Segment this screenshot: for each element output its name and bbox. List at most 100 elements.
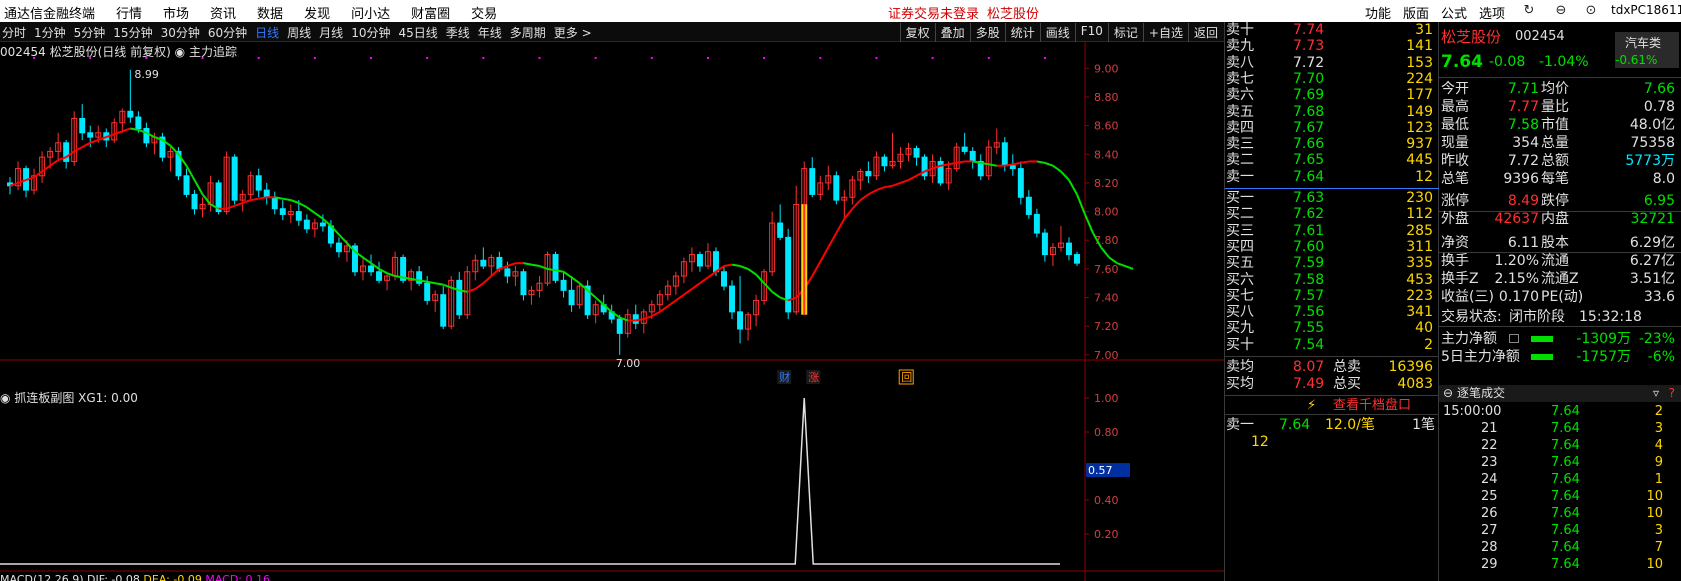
- filter-icon[interactable]: ▿: [1653, 385, 1659, 402]
- kline-chart[interactable]: 9.008.808.608.408.208.007.807.607.407.20…: [0, 42, 1225, 581]
- ma-line-segment: [442, 283, 452, 289]
- stock-header[interactable]: 松芝股份 002454 汽车类: [1439, 28, 1681, 68]
- ma-line-segment: [675, 293, 685, 302]
- tool-draw[interactable]: 画线: [1039, 23, 1075, 42]
- bid-level[interactable]: 买五 7.59 335: [1225, 255, 1439, 272]
- sum-price: 8.07: [1293, 359, 1325, 375]
- ma-line-segment: [113, 130, 123, 136]
- refresh-icon[interactable]: ↻: [1520, 2, 1538, 20]
- period-monthly[interactable]: 月线: [319, 24, 343, 41]
- chart-toolbar: 分时 1分钟 5分钟 15分钟 30分钟 60分钟 日线 周线 月线 10分钟 …: [0, 22, 1225, 42]
- menu-shichang[interactable]: 市场: [163, 3, 189, 22]
- menu-xuanxiang[interactable]: 选项: [1479, 3, 1505, 22]
- minimize-icon[interactable]: ⊖: [1552, 2, 1570, 20]
- menu-gongshi[interactable]: 公式: [1441, 3, 1467, 22]
- login-alert-text[interactable]: 证券交易未登录: [888, 3, 979, 22]
- period-45day[interactable]: 45日线: [398, 24, 437, 41]
- period-daily[interactable]: 日线: [255, 24, 279, 41]
- ma-line-segment: [362, 256, 372, 264]
- trade-volume: 2: [1654, 404, 1663, 419]
- ma-line-segment: [1084, 214, 1094, 234]
- menu-banmian[interactable]: 版面: [1403, 3, 1429, 22]
- period-year[interactable]: 年线: [478, 24, 502, 41]
- ma-line-segment: [1012, 161, 1022, 166]
- ask-level[interactable]: 卖六 7.69 177: [1225, 87, 1439, 104]
- ask-level[interactable]: 卖八 7.72 153: [1225, 55, 1439, 72]
- ask-level[interactable]: 卖七 7.70 224: [1225, 71, 1439, 88]
- field-value: 1.20%: [1494, 253, 1539, 269]
- level-label: 卖三: [1226, 136, 1254, 153]
- ma-line-segment: [338, 233, 348, 244]
- bid-level[interactable]: 买七 7.57 223: [1225, 288, 1439, 305]
- tool-f10[interactable]: F10: [1074, 23, 1108, 42]
- ask-level[interactable]: 卖九 7.73 141: [1225, 38, 1439, 55]
- high-label: 8.99: [134, 68, 159, 81]
- tool-mark[interactable]: 标记: [1107, 23, 1143, 42]
- bid-level[interactable]: 买六 7.58 453: [1225, 272, 1439, 289]
- bid-level[interactable]: 买八 7.56 341: [1225, 304, 1439, 321]
- menu-wenxiaoda[interactable]: 问小达: [351, 3, 390, 22]
- period-10min[interactable]: 10分钟: [351, 24, 390, 41]
- ma-line-segment: [699, 276, 709, 285]
- period-fenshi[interactable]: 分时: [2, 24, 26, 41]
- collapse-icon[interactable]: ⊖: [1443, 385, 1453, 402]
- tool-add-watchlist[interactable]: +自选: [1142, 23, 1188, 42]
- ask-level[interactable]: 卖十 7.74 31: [1225, 22, 1439, 39]
- signal-dot: [819, 57, 822, 59]
- tool-stats[interactable]: 统计: [1004, 23, 1040, 42]
- level-price: 7.64: [1293, 168, 1325, 185]
- level-label: 卖一: [1226, 168, 1254, 185]
- level-price: 7.67: [1293, 119, 1325, 136]
- clock-icon[interactable]: ⊙: [1582, 2, 1600, 20]
- ask-level[interactable]: 卖五 7.68 149: [1225, 104, 1439, 121]
- field-label: 外盘: [1441, 211, 1469, 227]
- candle-body: [632, 314, 639, 324]
- bid-level[interactable]: 买九 7.55 40: [1225, 320, 1439, 337]
- field-value: 3.51亿: [1629, 271, 1675, 287]
- sub-chart-toggle-icon[interactable]: ◉: [0, 391, 10, 405]
- bid-level[interactable]: 买二 7.62 112: [1225, 206, 1439, 223]
- menu-faxian[interactable]: 发现: [304, 3, 330, 22]
- menu-hangqing[interactable]: 行情: [116, 3, 142, 22]
- level-price: 7.62: [1293, 206, 1325, 223]
- tool-back[interactable]: 返回: [1187, 23, 1223, 42]
- candle-body: [504, 268, 511, 277]
- alert-stock-link[interactable]: 松芝股份: [987, 3, 1039, 22]
- menu-shuju[interactable]: 数据: [257, 3, 283, 22]
- period-1min[interactable]: 1分钟: [34, 24, 66, 41]
- period-60min[interactable]: 60分钟: [208, 24, 247, 41]
- bid-level[interactable]: 买四 7.60 311: [1225, 239, 1439, 256]
- ma-line-segment: [1060, 170, 1070, 181]
- period-5min[interactable]: 5分钟: [74, 24, 106, 41]
- tool-multi-stock[interactable]: 多股: [969, 23, 1005, 42]
- ask-level[interactable]: 卖三 7.66 937: [1225, 136, 1439, 153]
- ma-line-segment: [33, 170, 43, 179]
- period-multi[interactable]: 多周期: [510, 24, 546, 41]
- bid-level[interactable]: 买十 7.54 2: [1225, 337, 1439, 354]
- candle-body: [135, 116, 142, 129]
- ma-line-segment: [474, 282, 484, 290]
- sub-chart-header: ◉ 抓连板副图 XG1: 0.00: [0, 389, 138, 406]
- period-more[interactable]: 更多 >: [554, 24, 592, 41]
- period-quarter[interactable]: 季线: [446, 24, 470, 41]
- field-label: 流通: [1541, 253, 1569, 269]
- help-icon[interactable]: ?: [1669, 385, 1675, 402]
- app-title: 通达信金融终端: [4, 7, 96, 22]
- menu-zixun[interactable]: 资讯: [210, 3, 236, 22]
- period-15min[interactable]: 15分钟: [113, 24, 152, 41]
- tool-fuquan[interactable]: 复权: [899, 23, 935, 42]
- avg-buy-row: 买均 7.49 总买 4083: [1225, 376, 1439, 393]
- ask-level[interactable]: 卖一 7.64 12: [1225, 169, 1439, 186]
- trade-status: 交易状态: 闭市阶段 15:32:18: [1439, 308, 1681, 326]
- qiandang-button[interactable]: ⚡ 查看千档盘口: [1225, 395, 1439, 415]
- menu-gongneng[interactable]: 功能: [1365, 3, 1391, 22]
- bid-level[interactable]: 买一 7.63 230: [1225, 190, 1439, 207]
- ask-level[interactable]: 卖四 7.67 123: [1225, 120, 1439, 137]
- ask-level[interactable]: 卖二 7.65 445: [1225, 152, 1439, 169]
- bid-level[interactable]: 买三 7.61 285: [1225, 223, 1439, 240]
- menu-jiaoyi[interactable]: 交易: [471, 3, 497, 22]
- period-weekly[interactable]: 周线: [287, 24, 311, 41]
- menu-caifuquan[interactable]: 财富圈: [411, 3, 450, 22]
- period-30min[interactable]: 30分钟: [161, 24, 200, 41]
- tool-overlay[interactable]: 叠加: [934, 23, 970, 42]
